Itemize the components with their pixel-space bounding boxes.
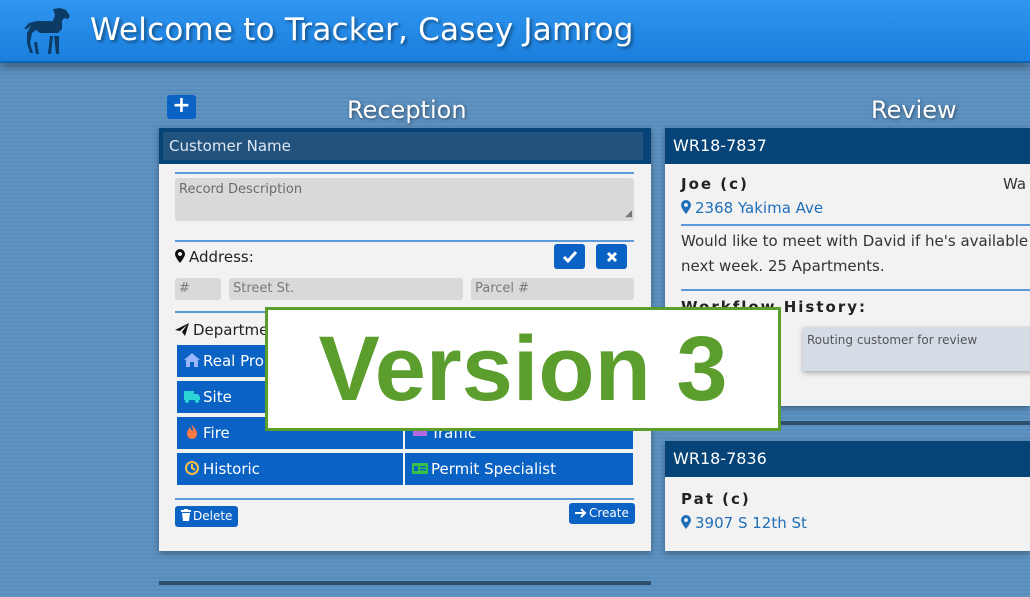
arrow-right-icon bbox=[575, 508, 587, 518]
divider bbox=[681, 224, 1030, 226]
create-label: Create bbox=[589, 506, 629, 520]
flame-icon bbox=[187, 424, 197, 439]
record-id[interactable]: WR18-7837 bbox=[665, 128, 1030, 164]
review-card[interactable]: WR18-7836 Pat (c) 3907 S 12th St bbox=[665, 441, 1030, 551]
customer-name: Joe (c) bbox=[681, 175, 749, 193]
dog-logo-icon bbox=[24, 8, 70, 54]
record-status: Wa bbox=[1003, 175, 1027, 193]
address-label: Address: bbox=[175, 248, 254, 266]
page-title: Welcome to Tracker, Casey Jamrog bbox=[90, 12, 634, 48]
divider bbox=[681, 289, 1030, 291]
check-icon bbox=[562, 251, 577, 264]
map-marker-icon bbox=[681, 200, 691, 214]
address-link[interactable]: 3907 S 12th St bbox=[681, 514, 807, 532]
dept-label: Permit Specialist bbox=[431, 460, 556, 478]
clear-address-button[interactable] bbox=[596, 244, 627, 269]
record-id[interactable]: WR18-7836 bbox=[665, 441, 1030, 477]
version-label: Version 3 bbox=[318, 318, 728, 420]
address-number-field[interactable]: # bbox=[175, 278, 221, 300]
dept-permit-specialist-button[interactable]: Permit Specialist bbox=[405, 453, 633, 485]
confirm-address-button[interactable] bbox=[554, 244, 585, 269]
parcel-field[interactable]: Parcel # bbox=[471, 278, 634, 300]
address-text: 3907 S 12th St bbox=[695, 514, 807, 532]
truck-icon bbox=[184, 391, 200, 403]
address-link[interactable]: 2368 Yakima Ave bbox=[681, 199, 823, 217]
divider bbox=[175, 172, 634, 174]
version-overlay: Version 3 bbox=[265, 307, 781, 431]
dept-label: Historic bbox=[203, 460, 260, 478]
reception-column-title: Reception bbox=[347, 96, 467, 124]
next-card-edge bbox=[159, 581, 651, 585]
address-text: 2368 Yakima Ave bbox=[695, 199, 824, 217]
id-card-icon bbox=[412, 463, 428, 474]
create-button[interactable]: Create bbox=[569, 503, 635, 524]
record-description: Would like to meet with David if he's av… bbox=[681, 232, 1029, 275]
history-icon bbox=[185, 461, 199, 475]
customer-name-bar: Customer Name bbox=[159, 128, 651, 164]
history-note: Routing customer for review bbox=[803, 327, 1030, 371]
delete-label: Delete bbox=[193, 509, 233, 523]
record-description-placeholder: Record Description bbox=[179, 182, 303, 197]
dept-label: Site bbox=[203, 388, 232, 406]
close-icon bbox=[606, 251, 617, 263]
trash-icon bbox=[181, 509, 191, 521]
review-column-title: Review bbox=[871, 96, 957, 124]
app-header: Welcome to Tracker, Casey Jamrog bbox=[0, 0, 1030, 63]
address-label-text: Address: bbox=[189, 248, 254, 266]
dept-label: Fire bbox=[203, 424, 230, 442]
resize-handle-icon[interactable]: ◢ bbox=[625, 209, 632, 219]
map-marker-icon bbox=[681, 515, 691, 529]
street-field[interactable]: Street St. bbox=[229, 278, 463, 300]
paper-plane-icon bbox=[175, 323, 189, 336]
customer-name-input[interactable]: Customer Name bbox=[163, 132, 643, 160]
dept-historic-button[interactable]: Historic bbox=[177, 453, 403, 485]
delete-button[interactable]: Delete bbox=[175, 506, 239, 527]
home-icon bbox=[184, 353, 200, 367]
map-marker-icon bbox=[175, 249, 185, 263]
divider bbox=[175, 240, 634, 242]
divider bbox=[175, 498, 634, 500]
customer-name: Pat (c) bbox=[681, 490, 751, 508]
record-description-input[interactable]: Record Description ◢ bbox=[175, 178, 634, 221]
add-record-button[interactable]: + bbox=[167, 95, 196, 119]
